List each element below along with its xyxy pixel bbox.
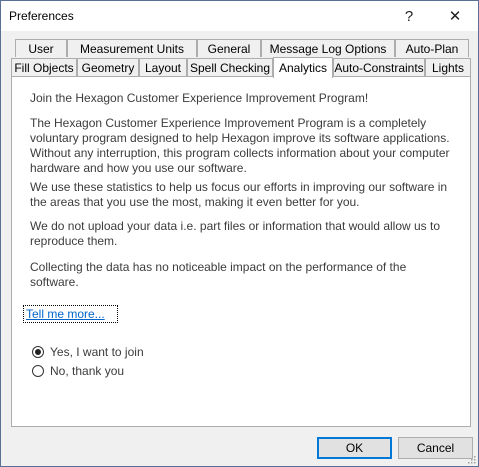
analytics-panel: Join the Hexagon Customer Experience Imp… [11,76,471,427]
close-button[interactable]: ✕ [432,1,478,31]
tell-me-more-focus: Tell me more... [23,305,118,323]
radio-unchecked-icon[interactable] [32,365,44,377]
tab-label: General [207,41,251,56]
radio-no-label: No, thank you [50,364,125,378]
title-bar: Preferences ? ✕ [1,1,478,31]
radio-yes-label: Yes, I want to join [50,345,144,359]
tab-lights[interactable]: Lights [425,58,471,76]
tab-label: Auto-Plan [405,41,459,56]
tab-auto-constraints[interactable]: Auto-Constraints [333,58,425,76]
tab-label: Lights [431,60,465,75]
tab-fill-objects[interactable]: Fill Objects [11,58,77,76]
intro-text: Join the Hexagon Customer Experience Imp… [30,91,369,105]
help-button[interactable]: ? [386,1,432,31]
performance-text: Collecting the data has no noticeable im… [30,260,407,289]
statistics-text: We use these statistics to help us focus… [30,180,448,209]
cancel-button[interactable]: Cancel [398,437,473,459]
tab-layout[interactable]: Layout [139,58,187,76]
tab-auto-plan[interactable]: Auto-Plan [395,39,469,57]
tab-label: Analytics [278,61,328,75]
tab-label: Message Log Options [269,41,387,56]
tab-message-log-options[interactable]: Message Log Options [261,39,395,57]
help-icon: ? [404,7,414,25]
tab-geometry[interactable]: Geometry [77,58,139,76]
radio-no-thanks[interactable]: No, thank you [32,364,124,378]
close-icon: ✕ [448,8,462,25]
tab-general[interactable]: General [197,39,261,57]
tab-label: Fill Objects [14,60,74,75]
tab-label: Layout [144,60,182,75]
tab-label: Geometry [81,60,135,75]
data-privacy-text: We do not upload your data i.e. part fil… [30,219,441,248]
resize-grip-icon[interactable] [466,454,476,464]
window-title: Preferences [9,9,74,23]
tab-user[interactable]: User [15,39,67,57]
tab-label: Auto-Constraints [334,60,424,75]
tab-label: Measurement Units [79,41,185,56]
tab-label: Spell Checking [189,60,271,75]
tell-me-more-link[interactable]: Tell me more... [26,307,105,321]
tab-measurement-units[interactable]: Measurement Units [67,39,197,57]
tab-spell-checking[interactable]: Spell Checking [187,58,273,76]
radio-checked-icon[interactable] [32,346,44,358]
radio-yes-join[interactable]: Yes, I want to join [32,345,144,359]
tab-label: User [28,41,54,56]
program-description: The Hexagon Customer Experience Improvem… [30,116,450,175]
preferences-dialog: Preferences ? ✕ User Measurement Units G… [0,0,479,467]
tab-analytics[interactable]: Analytics [273,57,333,78]
ok-button[interactable]: OK [317,437,392,459]
